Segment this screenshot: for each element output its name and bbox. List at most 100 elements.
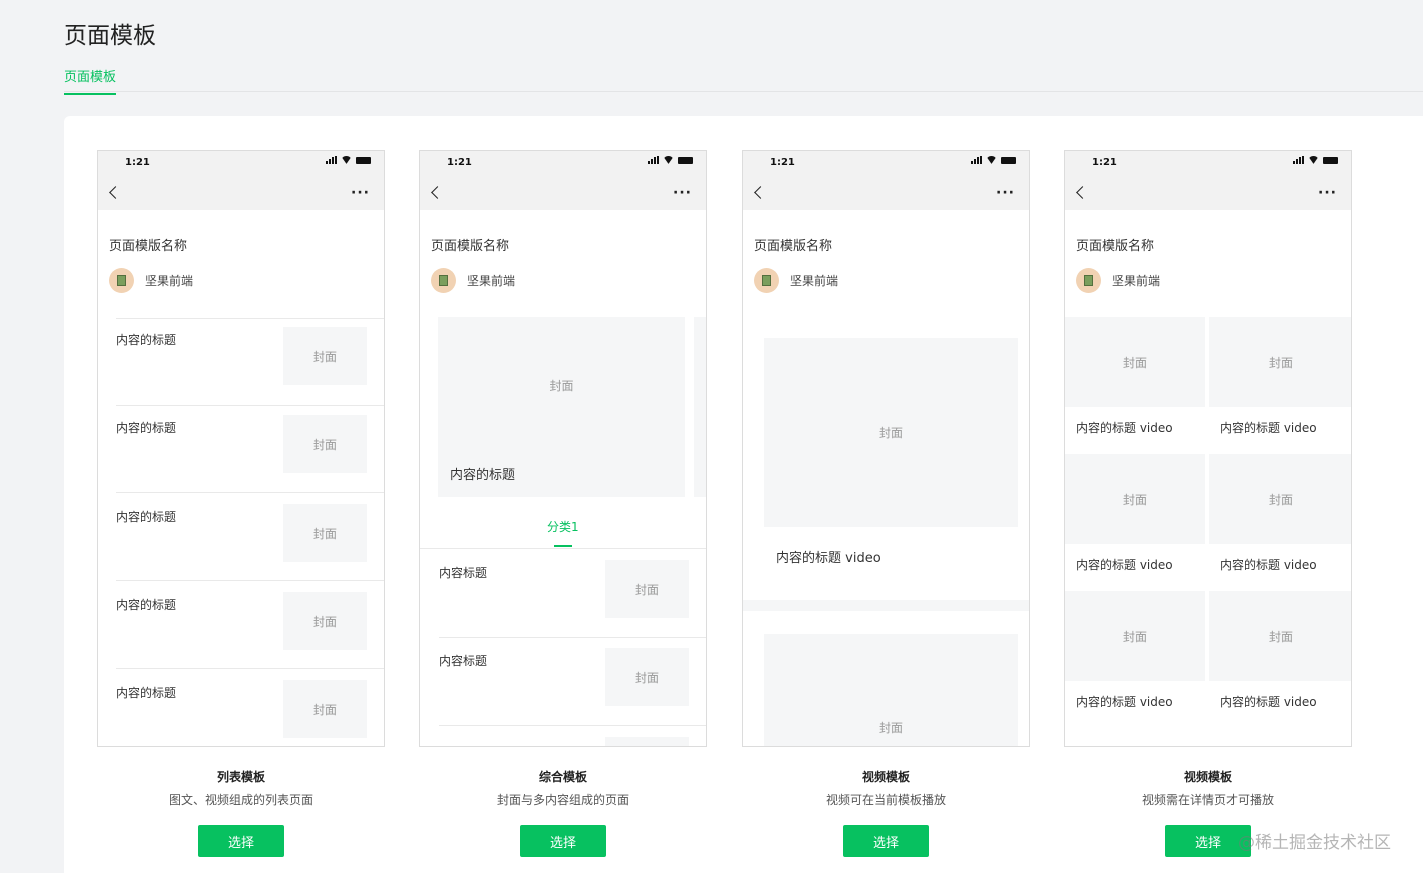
next-hero-cover: [694, 317, 706, 497]
author-name: 坚果前端: [1112, 274, 1161, 288]
back-arrow-icon: [431, 186, 444, 199]
status-icons: [648, 156, 693, 164]
select-mixed-template-button[interactable]: 选择: [520, 825, 606, 857]
cover-image: 封面: [283, 327, 367, 385]
grid-cover: 封面: [1209, 454, 1351, 544]
category-tab: 分类1: [547, 520, 579, 534]
template-description: 图文、视频组成的列表页面: [168, 793, 313, 807]
author-name: 坚果前端: [467, 274, 516, 288]
page-name: 页面模版名称: [1076, 239, 1155, 254]
grid-item-title: 内容的标题 video: [1220, 695, 1317, 709]
divider: [116, 405, 384, 406]
phone-status-bar: 1:21 ···: [420, 151, 706, 210]
phone-status-bar: 1:21 ···: [1065, 151, 1351, 210]
section-gap: [743, 600, 1029, 611]
category-underline: [554, 545, 572, 547]
watermark: @稀土掘金技术社区: [1238, 833, 1391, 853]
template-caption: 列表模板 图文、视频组成的列表页面: [97, 768, 385, 808]
back-arrow-icon: [754, 186, 767, 199]
status-time: 1:21: [1092, 157, 1117, 168]
status-icons: [326, 156, 371, 164]
template-description: 视频可在当前模板播放: [825, 793, 946, 807]
more-dots-icon: ···: [673, 185, 692, 201]
list-item-title: 内容标题: [439, 654, 488, 668]
wifi-icon: [341, 156, 352, 164]
status-icons: [1293, 156, 1338, 164]
wifi-icon: [663, 156, 674, 164]
battery-icon: [1001, 156, 1016, 164]
template-caption: 综合模板 封面与多内容组成的页面: [419, 768, 707, 808]
template-name: 视频模板: [1183, 770, 1232, 784]
cover-image: 封面: [283, 680, 367, 738]
grid-item-title: 内容的标题 video: [1220, 558, 1317, 572]
status-time: 1:21: [125, 157, 150, 168]
divider: [116, 668, 384, 669]
avatar: [1076, 268, 1101, 293]
divider: [116, 580, 384, 581]
page-name: 页面模版名称: [109, 239, 188, 254]
cover-image: 封面: [283, 504, 367, 562]
select-list-template-button[interactable]: 选择: [198, 825, 284, 857]
author-row: 坚果前端: [754, 268, 838, 293]
mixed-template-preview: 1:21 ··· 页面模版名称 坚果前端 封面 内容的标题 分类1 内容标题 封…: [419, 150, 707, 747]
grid-cover: 封面: [1065, 317, 1205, 407]
list-item-title: 内容标题: [439, 566, 488, 580]
tab-divider: [64, 91, 1423, 92]
back-arrow-icon: [1076, 186, 1089, 199]
author-row: 坚果前端: [431, 268, 515, 293]
back-arrow-icon: [109, 186, 122, 199]
grid-cover: 封面: [1209, 317, 1351, 407]
divider: [439, 637, 706, 638]
page-name: 页面模版名称: [754, 239, 833, 254]
more-dots-icon: ···: [1318, 185, 1337, 201]
wifi-icon: [1308, 156, 1319, 164]
template-name: 视频模板: [861, 770, 910, 784]
select-video-template-button[interactable]: 选择: [843, 825, 929, 857]
template-description: 封面与多内容组成的页面: [496, 793, 629, 807]
avatar: [431, 268, 456, 293]
divider: [420, 548, 706, 549]
video-template-preview: 1:21 ··· 页面模版名称 坚果前端 封面 内容的标题 video 封面: [742, 150, 1030, 747]
author-name: 坚果前端: [145, 274, 194, 288]
grid-cover: 封面: [1065, 454, 1205, 544]
hero-title: 内容的标题: [450, 468, 516, 483]
video-cover: 封面: [764, 338, 1018, 527]
page-name: 页面模版名称: [431, 239, 510, 254]
list-item-title: 内容的标题: [116, 686, 177, 700]
page-title: 页面模板: [64, 23, 156, 49]
template-name: 列表模板: [216, 770, 265, 784]
template-description: 视频需在详情页才可播放: [1141, 793, 1274, 807]
status-time: 1:21: [770, 157, 795, 168]
grid-item-title: 内容的标题 video: [1076, 695, 1173, 709]
grid-item-title: 内容的标题 video: [1076, 421, 1173, 435]
list-item-title: 内容的标题: [116, 421, 177, 435]
author-name: 坚果前端: [790, 274, 839, 288]
video-cover: 封面: [764, 634, 1018, 746]
signal-icon: [971, 156, 982, 164]
avatar: [109, 268, 134, 293]
cover-image: 封面: [283, 592, 367, 650]
status-icons: [971, 156, 1016, 164]
grid-cover: 封面: [1065, 591, 1205, 681]
battery-icon: [356, 156, 371, 164]
template-name: 综合模板: [538, 770, 587, 784]
list-item-title: 内容的标题: [116, 333, 177, 347]
signal-icon: [326, 156, 337, 164]
author-row: 坚果前端: [1076, 268, 1160, 293]
divider: [439, 725, 706, 726]
cover-image: [605, 737, 689, 746]
battery-icon: [1323, 156, 1338, 164]
author-row: 坚果前端: [109, 268, 193, 293]
phone-status-bar: 1:21 ···: [743, 151, 1029, 210]
grid-cover: 封面: [1209, 591, 1351, 681]
divider: [116, 492, 384, 493]
divider: [116, 318, 384, 319]
video-title: 内容的标题 video: [776, 551, 881, 566]
more-dots-icon: ···: [351, 185, 370, 201]
template-caption: 视频模板 视频可在当前模板播放: [742, 768, 1030, 808]
wifi-icon: [986, 156, 997, 164]
list-item-title: 内容的标题: [116, 510, 177, 524]
battery-icon: [678, 156, 693, 164]
grid-item-title: 内容的标题 video: [1076, 558, 1173, 572]
list-item-title: 内容的标题: [116, 598, 177, 612]
